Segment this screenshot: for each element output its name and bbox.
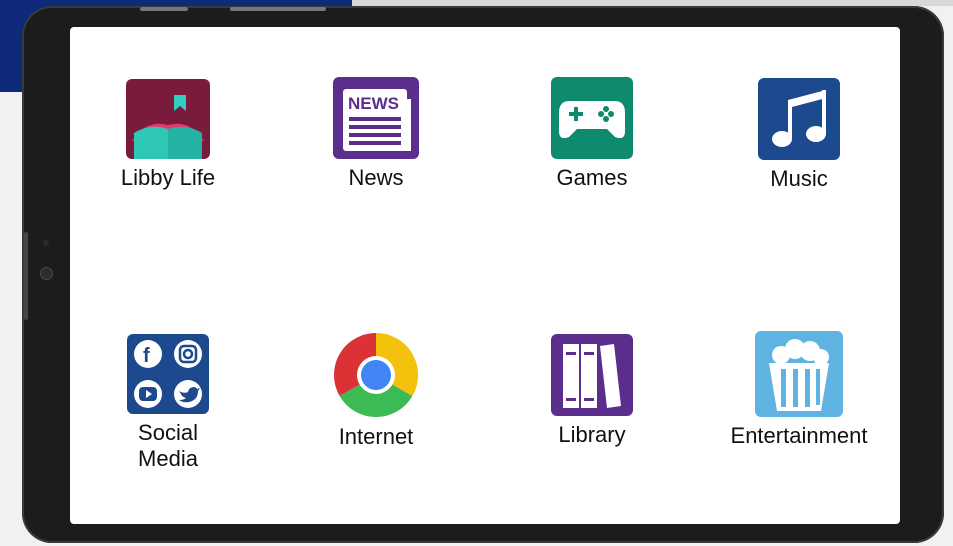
tablet-side-button[interactable]	[24, 232, 28, 320]
app-library[interactable]: Library	[537, 334, 647, 448]
app-games[interactable]: Games	[537, 77, 647, 191]
music-note-icon	[758, 78, 840, 160]
app-libby-life[interactable]: Libby Life	[113, 79, 223, 191]
popcorn-icon	[755, 331, 843, 417]
app-label: Games	[556, 165, 628, 190]
app-label: Social Media	[138, 420, 198, 471]
newspaper-icon: NEWS	[333, 77, 419, 159]
social-media-icon: f	[127, 334, 209, 414]
app-label: Entertainment	[730, 423, 868, 448]
tablet-screen: Libby Life NEWS News Games Music f Socia…	[70, 27, 900, 524]
gamepad-icon	[551, 77, 633, 159]
tablet-top-button-2[interactable]	[230, 7, 326, 11]
front-sensor	[43, 240, 49, 246]
chrome-icon	[334, 333, 418, 417]
app-internet[interactable]: Internet	[321, 332, 431, 450]
news-icon-text: NEWS	[348, 94, 399, 113]
app-label: News	[348, 165, 404, 190]
library-books-icon	[551, 334, 633, 416]
app-label: Libby Life	[120, 165, 216, 190]
app-label: Internet	[338, 424, 414, 449]
tablet-top-button-1[interactable]	[140, 7, 188, 11]
app-social-media[interactable]: f Social Media	[113, 334, 223, 472]
app-entertainment[interactable]: Entertainment	[718, 331, 880, 449]
svg-text:f: f	[143, 345, 150, 367]
front-camera	[40, 267, 53, 280]
libby-book-icon	[126, 79, 210, 159]
app-news[interactable]: NEWS News	[321, 77, 431, 191]
app-label: Music	[770, 166, 828, 191]
app-music[interactable]: Music	[744, 78, 854, 192]
app-label: Library	[558, 422, 626, 447]
